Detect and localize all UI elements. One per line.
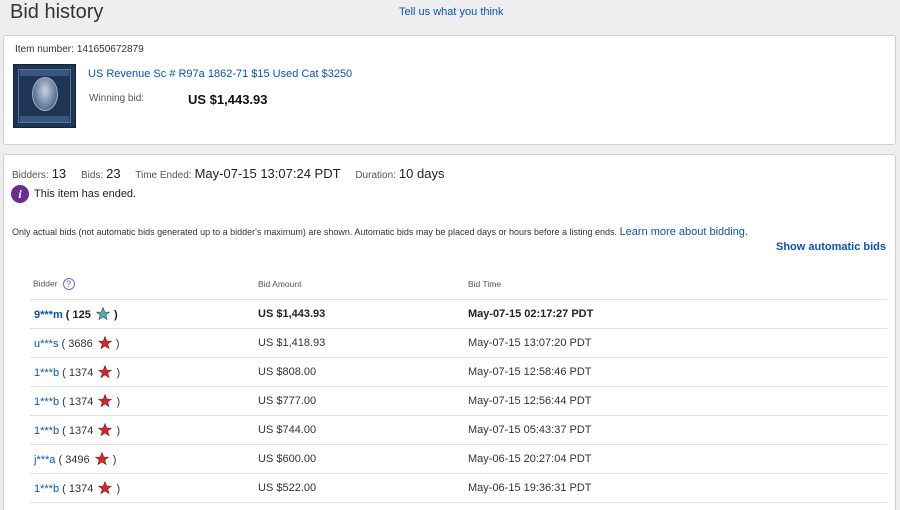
feedback-link[interactable]: Tell us what you think: [399, 6, 504, 18]
red-star-icon: [97, 335, 112, 349]
feedback-score: ( 1374 ): [59, 364, 121, 379]
bids-note-text: Only actual bids (not automatic bids gen…: [12, 227, 618, 237]
feedback-score-value: 3496: [65, 453, 90, 466]
bids-note: Only actual bids (not automatic bids gen…: [12, 226, 748, 238]
feedback-score: ( 3686 ): [58, 335, 120, 350]
bidder-cell: 9***m ( 125 ): [30, 299, 258, 329]
bids-label: Bids:: [80, 170, 104, 181]
column-header-bidder: Bidder?: [30, 269, 258, 300]
bidder-cell: 1***b ( 1374 ): [30, 415, 258, 445]
feedback-score: ( 1374 ): [59, 393, 121, 408]
bidder-cell: u***s ( 3686 ): [30, 328, 258, 358]
feedback-score-value: 1374: [68, 482, 94, 495]
bid-table-header: Bidder? Bid Amount Bid Time: [30, 269, 887, 300]
feedback-score: ( 1374 ): [59, 480, 121, 495]
duration-label: Duration:: [355, 170, 396, 181]
red-star-icon: [98, 393, 113, 407]
feedback-score: ( 125 ): [62, 306, 118, 321]
bid-amount: US $1,418.93: [258, 328, 468, 358]
bidder-cell: j***a ( 3496 ): [30, 444, 258, 474]
bid-amount: US $777.00: [258, 386, 468, 416]
item-number: Item number: 141650672879: [15, 44, 144, 55]
duration-value: 10 days: [398, 166, 445, 181]
bid-amount: US $522.00: [258, 473, 468, 503]
feedback-score-value: 1374: [68, 366, 94, 379]
bid-amount: US $600.00: [258, 444, 468, 474]
bidder-cell: 1***b ( 1374 ): [30, 386, 258, 416]
item-title-link[interactable]: US Revenue Sc # R97a 1862-71 $15 Used Ca…: [88, 68, 352, 80]
item-thumbnail[interactable]: [13, 64, 76, 128]
bid-time: May-07-15 05:43:37 PDT: [468, 415, 887, 445]
column-header-time: Bid Time: [468, 269, 887, 300]
table-row: 9***m ( 125 ) US $1,443.93 May-07-15 02:17…: [30, 299, 887, 329]
table-row: u***s ( 3686 ) US $1,418.93 May-07-15 13:0…: [30, 328, 887, 358]
bid-time: May-07-15 12:56:44 PDT: [468, 386, 887, 416]
bid-amount: US $808.00: [258, 357, 468, 387]
bidder-link[interactable]: 9***m: [34, 309, 63, 321]
bidder-link[interactable]: 1***b: [34, 367, 59, 379]
ended-notice: i This item has ended.: [11, 185, 136, 203]
bid-time: May-07-15 02:17:27 PDT: [468, 299, 887, 329]
bidder-link[interactable]: j***a: [34, 454, 55, 466]
winning-bid-value: US $1,443.93: [188, 92, 268, 107]
page-title: Bid history: [10, 1, 104, 23]
item-number-label: Item number:: [15, 44, 74, 55]
feedback-score-value: 125: [72, 308, 91, 321]
stamp-band-bottom: [20, 116, 69, 122]
bid-amount: US $744.00: [258, 415, 468, 445]
bid-time: May-07-15 13:07:20 PDT: [468, 328, 887, 358]
bid-amount: US $1,443.93: [258, 299, 468, 329]
item-number-value: 141650672879: [76, 44, 144, 55]
stamp-portrait: [32, 77, 58, 111]
column-header-amount: Bid Amount: [258, 269, 468, 300]
red-star-icon: [98, 364, 113, 378]
red-star-icon: [94, 451, 109, 465]
bid-table: Bidder? Bid Amount Bid Time 9***m ( 125 …: [30, 269, 887, 503]
bid-time: May-07-15 12:58:46 PDT: [468, 357, 887, 387]
feedback-score: ( 3496 ): [55, 451, 117, 466]
winning-bid-label: Winning bid:: [89, 93, 145, 104]
bids-count: 23: [106, 166, 121, 181]
info-icon: i: [11, 185, 29, 203]
bidder-cell: 1***b ( 1374 ): [30, 357, 258, 387]
feedback-score-value: 1374: [68, 424, 94, 437]
show-automatic-bids-link[interactable]: Show automatic bids: [776, 241, 886, 253]
table-row: 1***b ( 1374 ) US $522.00 May-06-15 19:36:…: [30, 473, 887, 503]
feedback-score-value: 3686: [68, 337, 93, 350]
auction-summary: Bidders: 13 Bids: 23 Time Ended: May-07-15 …: [12, 166, 456, 181]
bidder-cell: 1***b ( 1374 ): [30, 473, 258, 503]
feedback-score: ( 1374 ): [59, 422, 121, 437]
bidders-label: Bidders:: [12, 170, 49, 181]
bidder-link[interactable]: 1***b: [34, 425, 59, 437]
turquoise-star-icon: [95, 306, 110, 320]
bid-time: May-06-15 19:36:31 PDT: [468, 473, 887, 503]
table-row: 1***b ( 1374 ) US $744.00 May-07-15 05:43:…: [30, 415, 887, 445]
ended-message: This item has ended.: [34, 188, 137, 200]
learn-more-link[interactable]: Learn more about bidding.: [620, 226, 748, 238]
bidders-count: 13: [51, 166, 67, 181]
time-ended-value: May-07-15 13:07:24 PDT: [194, 166, 341, 181]
feedback-score-value: 1374: [68, 395, 94, 408]
bid-table-body: 9***m ( 125 ) US $1,443.93 May-07-15 02:17…: [30, 299, 887, 503]
time-ended-label: Time Ended:: [135, 170, 192, 181]
table-row: 1***b ( 1374 ) US $808.00 May-07-15 12:58:…: [30, 357, 887, 387]
bidder-link[interactable]: 1***b: [34, 483, 59, 495]
help-icon[interactable]: ?: [62, 277, 75, 290]
stamp-band-top: [20, 70, 69, 76]
red-star-icon: [98, 480, 113, 494]
item-panel: Item number: 141650672879 US Revenue Sc #…: [3, 35, 896, 145]
red-star-icon: [98, 422, 113, 436]
table-row: 1***b ( 1374 ) US $777.00 May-07-15 12:56:…: [30, 386, 887, 416]
bid-history-panel: Bidders: 13 Bids: 23 Time Ended: May-07-15 …: [3, 154, 896, 510]
bid-time: May-06-15 20:27:04 PDT: [468, 444, 887, 474]
table-row: j***a ( 3496 ) US $600.00 May-06-15 20:27:…: [30, 444, 887, 474]
column-header-bidder-label: Bidder: [33, 278, 58, 288]
bidder-link[interactable]: 1***b: [34, 396, 59, 408]
bidder-link[interactable]: u***s: [34, 338, 58, 350]
